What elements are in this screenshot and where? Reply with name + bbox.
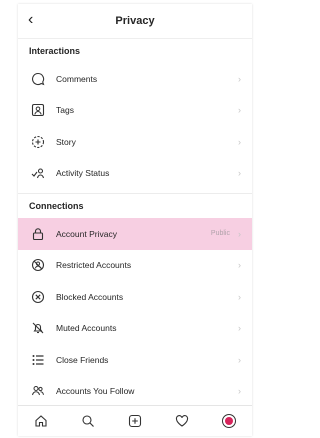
chevron-right-icon: › [238, 323, 241, 334]
activity-status-icon [29, 164, 47, 182]
blocked-icon [29, 288, 47, 306]
row-label: Restricted Accounts [56, 260, 132, 271]
row-blocked-accounts[interactable]: Blocked Accounts › [18, 281, 252, 313]
chevron-right-icon: › [238, 73, 241, 84]
list-icon [29, 351, 47, 369]
row-label: Close Friends [56, 354, 109, 365]
add-post-icon[interactable] [125, 411, 145, 431]
chevron-right-icon: › [238, 291, 241, 302]
search-icon[interactable] [78, 411, 98, 431]
chevron-right-icon: › [238, 260, 241, 271]
row-label: Comments [56, 73, 98, 84]
lock-icon [29, 225, 47, 243]
chevron-right-icon: › [238, 228, 241, 239]
row-label: Tags [56, 105, 74, 116]
row-accounts-you-follow[interactable]: Accounts You Follow › [18, 376, 252, 408]
chevron-left-icon[interactable]: ‹ [28, 11, 33, 29]
page-title: Privacy [115, 15, 155, 27]
story-icon [29, 133, 47, 151]
privacy-screen: ‹ Privacy Interactions Comments › Tags ›… [18, 4, 252, 436]
row-label: Account Privacy [56, 228, 117, 239]
profile-icon[interactable] [219, 411, 239, 431]
chevron-right-icon: › [238, 105, 241, 116]
heart-icon[interactable] [172, 411, 192, 431]
home-icon[interactable] [31, 411, 51, 431]
chevron-right-icon: › [238, 386, 241, 397]
row-label: Story [56, 136, 76, 147]
row-activity-status[interactable]: Activity Status › [18, 158, 252, 190]
privacy-status-value: Public [210, 230, 230, 238]
restricted-icon [29, 256, 47, 274]
muted-icon [29, 319, 47, 337]
chevron-right-icon: › [238, 136, 241, 147]
bottom-nav [18, 405, 252, 436]
row-label: Muted Accounts [56, 323, 117, 334]
row-muted-accounts[interactable]: Muted Accounts › [18, 313, 252, 345]
section-title-connections: Connections [29, 201, 84, 211]
row-tags[interactable]: Tags › [18, 95, 252, 127]
row-story[interactable]: Story › [18, 126, 252, 158]
row-label: Blocked Accounts [56, 291, 124, 302]
row-label: Accounts You Follow [56, 386, 135, 397]
row-restricted-accounts[interactable]: Restricted Accounts › [18, 250, 252, 282]
tag-icon [29, 101, 47, 119]
row-account-privacy[interactable]: Account Privacy Public › [18, 218, 252, 250]
row-comments[interactable]: Comments › [18, 63, 252, 95]
section-title-interactions: Interactions [29, 46, 81, 56]
header: ‹ Privacy [18, 4, 252, 39]
following-icon [29, 382, 47, 400]
row-close-friends[interactable]: Close Friends › [18, 344, 252, 376]
row-label: Activity Status [56, 168, 110, 179]
comment-icon [29, 70, 47, 88]
chevron-right-icon: › [238, 168, 241, 179]
chevron-right-icon: › [238, 354, 241, 365]
